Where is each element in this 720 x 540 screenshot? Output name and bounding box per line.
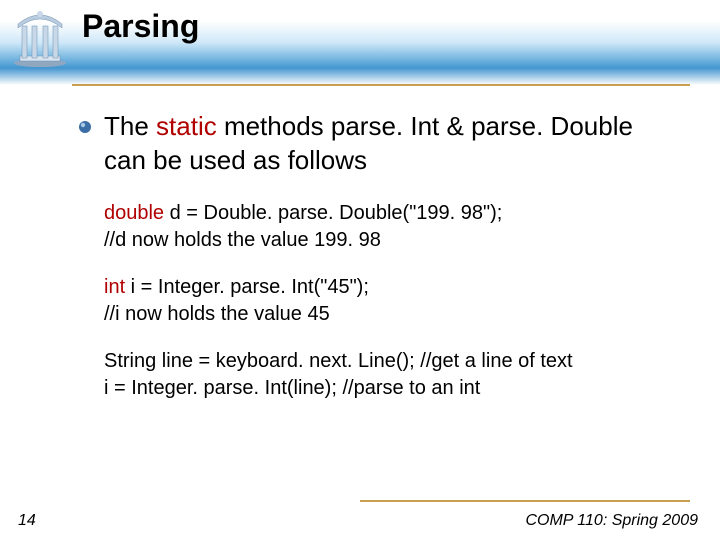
code-line: String line = keyboard. next. Line(); //… <box>104 348 680 375</box>
bullet-text: The static methods parse. Int & parse. D… <box>104 110 680 178</box>
keyword: int <box>104 276 125 298</box>
bullet-icon <box>78 120 92 134</box>
page-number: 14 <box>18 512 36 530</box>
keyword: double <box>104 202 164 224</box>
logo-old-well <box>10 8 70 68</box>
slide-title: Parsing <box>82 8 199 45</box>
title-underline <box>72 84 690 86</box>
text-pre: The <box>104 111 156 141</box>
code-comment: //i now holds the value 45 <box>104 301 680 328</box>
code-block-3: String line = keyboard. next. Line(); //… <box>104 348 680 402</box>
course-label: COMP 110: Spring 2009 <box>525 512 698 530</box>
slide-content: The static methods parse. Int & parse. D… <box>78 110 680 422</box>
code-line: i = Integer. parse. Int(line); //parse t… <box>104 375 680 402</box>
code-comment: //d now holds the value 199. 98 <box>104 227 680 254</box>
bullet-item: The static methods parse. Int & parse. D… <box>78 110 680 178</box>
code-block-1: double d = Double. parse. Double("199. 9… <box>104 200 680 254</box>
text-emphasis: static <box>156 111 217 141</box>
code-line: double d = Double. parse. Double("199. 9… <box>104 200 680 227</box>
code-line: int i = Integer. parse. Int("45"); <box>104 274 680 301</box>
code-block-2: int i = Integer. parse. Int("45"); //i n… <box>104 274 680 328</box>
code-text: d = Double. parse. Double("199. 98"); <box>164 202 502 224</box>
code-text: i = Integer. parse. Int("45"); <box>125 276 369 298</box>
footer-divider <box>360 500 690 502</box>
